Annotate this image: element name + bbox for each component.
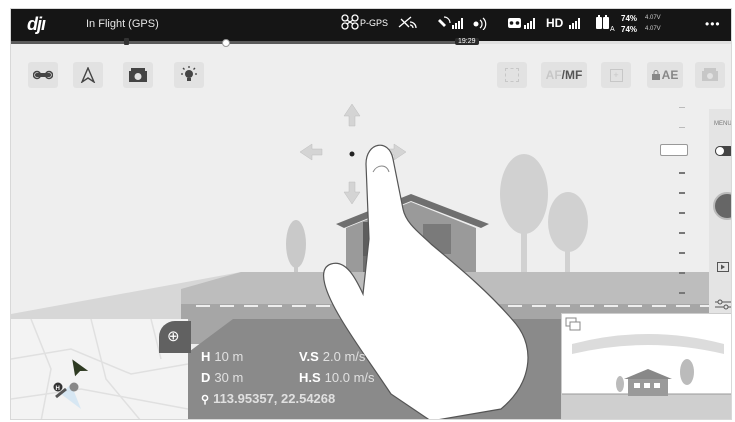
more-menu-button[interactable]: ••• [705,17,721,31]
metering-button[interactable]: + [601,62,631,88]
distance-readout: D 30 m [201,370,243,385]
intelligent-flight-button[interactable] [73,62,103,88]
ae-label: AE [661,68,679,82]
gps-mode[interactable]: P-GPS [360,18,388,28]
lock-icon [651,70,660,80]
metering-icon: + [609,68,623,82]
height-value: 10 m [214,349,244,364]
map-toggle-button[interactable]: ⊕ [159,321,191,353]
status-bar: djı In Flight (GPS) P-GPS HD A 74% 4.07V… [11,9,731,41]
flight-progress-fill [11,41,471,44]
map-home-marker: H [56,386,60,392]
camera-icon [129,68,147,82]
coordinates-value: 113.95357, 22.54268 [213,391,336,406]
camera-mode-button[interactable] [123,62,153,88]
coordinates-readout: ⚲ 113.95357, 22.54268 [201,391,335,406]
battery-voltage-bottom: 4.07V [645,26,661,32]
wifi-signal-icon [473,16,489,33]
menu-label[interactable]: MENU [714,121,731,127]
focus-slider-handle[interactable] [660,144,688,156]
vision-sensor-icon [397,15,417,36]
battery-icon[interactable]: A [595,14,619,35]
vertical-speed-value: 2.0 m/s [322,349,366,364]
drone-icon [341,14,359,33]
vertical-speed-readout: V.S 2.0 m/s [299,349,365,364]
vertical-speed-label: V.S [299,349,319,364]
playback-icon[interactable] [717,259,729,277]
mf-label: /MF [561,68,583,82]
home-marker-icon [124,38,129,45]
height-label: H [201,349,211,364]
af-label: AF [545,68,562,82]
battery-percent-top: 74% [621,14,638,23]
af-mf-toggle[interactable]: AF/MF [541,62,587,88]
camera-settings-button[interactable] [695,62,725,88]
focus-scale[interactable] [660,107,688,312]
shutter-button[interactable] [713,192,731,220]
light-button[interactable] [174,62,204,88]
focus-frame-icon [505,68,519,82]
app-window: djı In Flight (GPS) P-GPS HD A 74% 4.07V… [10,8,732,420]
satellite-icon[interactable] [438,15,468,34]
ae-lock-button[interactable]: AE [647,62,683,88]
timeline-marker [222,39,230,47]
hd-label: HD [546,16,564,30]
location-pin-icon: ⚲ [201,394,210,406]
battery-percent-bottom: 74% [621,25,638,34]
aircraft-icon [72,359,89,377]
remaining-time: 19:29 [455,38,479,45]
horizontal-speed-value: 10.0 m/s [324,370,375,385]
battery-voltage-top: 4.07V [645,15,661,21]
navigation-icon [80,67,96,83]
distance-value: 30 m [214,370,244,385]
focus-frame-button[interactable] [497,62,527,88]
horizontal-speed-readout: H.S 10.0 m/s [299,370,375,385]
flight-status[interactable]: In Flight (GPS) [86,18,159,30]
dji-logo: djı [27,14,46,34]
horizontal-speed-label: H.S [299,370,321,385]
lightbulb-icon [181,66,197,81]
camera-preview[interactable] [561,313,731,419]
camera-control-panel: MENU [709,109,731,324]
target-icon: ⊕ [167,328,180,345]
remote-controller-icon[interactable] [508,15,540,34]
photo-video-toggle[interactable] [715,146,731,156]
height-readout: H 10 m [201,349,243,364]
hd-signal-icon[interactable] [568,15,584,34]
drone-icon [33,70,53,80]
distance-label: D [201,370,211,385]
svg-text:A: A [610,26,615,32]
takeoff-button[interactable] [28,62,58,88]
flight-progress-bar: 19:29 [11,38,731,47]
camera-settings-icon [702,68,718,81]
